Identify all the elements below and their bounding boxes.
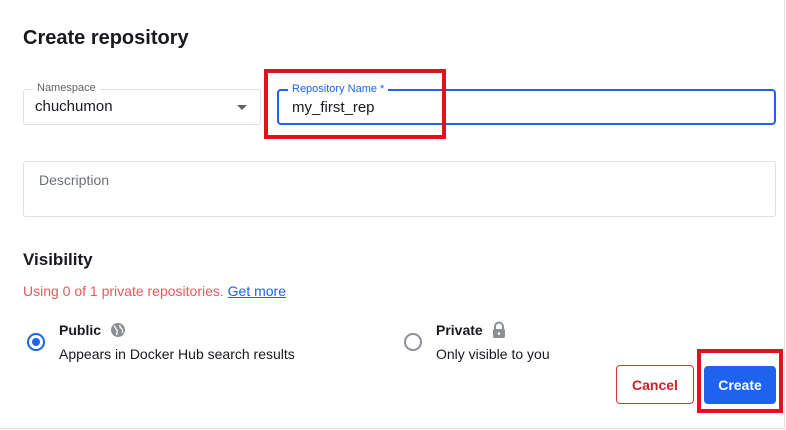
private-option-description: Only visible to you xyxy=(436,346,550,362)
namespace-select[interactable]: Namespace chuchumon xyxy=(23,82,261,125)
cancel-button[interactable]: Cancel xyxy=(616,365,694,404)
visibility-heading: Visibility xyxy=(23,250,93,269)
globe-icon xyxy=(110,322,126,343)
namespace-label: Namespace xyxy=(33,82,100,94)
radio-selected-dot xyxy=(32,338,40,346)
usage-text: Using 0 of 1 private repositories. xyxy=(23,283,224,299)
chevron-down-icon[interactable] xyxy=(237,105,247,110)
description-field[interactable] xyxy=(23,161,776,217)
highlight-box-create xyxy=(697,349,783,413)
description-input[interactable] xyxy=(39,172,739,188)
get-more-link[interactable]: Get more xyxy=(228,283,286,299)
public-radio[interactable] xyxy=(27,333,45,351)
public-option-title[interactable]: Public xyxy=(59,322,101,338)
page-title: Create repository xyxy=(23,27,189,49)
private-radio[interactable] xyxy=(404,333,422,351)
private-option-title[interactable]: Private xyxy=(436,322,483,338)
highlight-box-repository-name xyxy=(264,69,446,139)
namespace-value: chuchumon xyxy=(35,98,113,115)
lock-icon xyxy=(491,321,507,344)
private-repo-usage: Using 0 of 1 private repositories. Get m… xyxy=(23,283,286,299)
public-option-description: Appears in Docker Hub search results xyxy=(59,346,295,362)
